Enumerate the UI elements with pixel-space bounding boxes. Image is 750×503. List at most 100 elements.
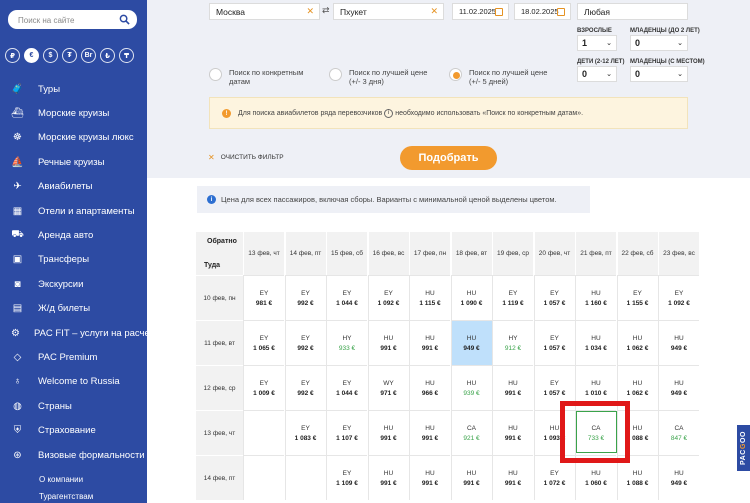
currency-try-button[interactable]: ₺ — [100, 48, 115, 63]
sidebar-item-tours[interactable]: 🧳 Туры — [0, 77, 147, 101]
price-cell[interactable]: HU 939 € — [450, 365, 492, 410]
clear-to-icon[interactable]: ✕ — [430, 6, 438, 17]
infants-seat-select[interactable]: 0 ⌄ — [630, 66, 688, 82]
price-cell[interactable]: EY 1 119 € — [492, 275, 533, 320]
price-cell[interactable]: HU 991 € — [450, 455, 492, 500]
price-cell[interactable]: HU 1 034 € — [575, 320, 616, 365]
price-cell[interactable]: EY 1 065 € — [243, 320, 284, 365]
price-cell[interactable]: EY 1 044 € — [326, 275, 367, 320]
currency-eur-button[interactable]: € — [24, 48, 39, 63]
price-cell[interactable]: HU 1 115 € — [409, 275, 450, 320]
currency-usd-button[interactable]: $ — [43, 48, 58, 63]
price-cell[interactable]: HU 949 € — [658, 365, 699, 410]
price-cell[interactable]: EY 1 044 € — [326, 365, 367, 410]
date-to-field[interactable]: 18.02.2025 — [514, 3, 571, 20]
radio-best-5[interactable]: Поиск по лучшей цене (+/- 5 дней) — [449, 68, 559, 86]
price-cell[interactable]: EY 981 € — [243, 275, 284, 320]
adults-select[interactable]: 1 ⌄ — [577, 35, 617, 51]
currency-byn-button[interactable]: Br — [81, 48, 96, 63]
price-cell[interactable]: EY 1 092 € — [367, 275, 409, 320]
price-value: 991 € — [380, 344, 397, 352]
price-cell[interactable]: HU 991 € — [492, 455, 533, 500]
price-cell[interactable]: EY 1 155 € — [616, 275, 658, 320]
price-cell[interactable]: HU 991 € — [409, 410, 450, 455]
sidebar-nav: 🧳 Туры ⛴ Морские круизы ☸ Морские круизы лю… — [0, 77, 154, 467]
brand-side-tab[interactable]: PAC G OO — [737, 425, 750, 471]
sidebar-item-lux-cruises[interactable]: ☸ Морские круизы люкс — [0, 126, 147, 150]
price-cell[interactable]: CA 847 € — [658, 410, 699, 455]
search-input[interactable] — [8, 11, 108, 30]
radio-best-3[interactable]: Поиск по лучшей цене (+/- 3 дня) — [329, 68, 439, 86]
price-cell[interactable]: EY 992 € — [284, 365, 326, 410]
sidebar-item-visa[interactable]: ⊛ Визовые формальности — [0, 443, 147, 467]
radio-circle[interactable] — [209, 68, 222, 81]
clear-from-icon[interactable]: ✕ — [306, 6, 314, 17]
price-cell[interactable]: HU 949 € — [658, 320, 699, 365]
info-icon[interactable]: i — [384, 108, 394, 118]
sidebar-item-car-rental[interactable]: ⛟ Аренда авто — [0, 223, 147, 247]
clear-filter-button[interactable]: ✕ Очистить фильтр — [208, 153, 284, 162]
globe-icon: ◍ — [13, 400, 22, 412]
price-cell[interactable]: HU 991 € — [367, 320, 409, 365]
currency-rub-button[interactable]: ₽ — [5, 48, 20, 63]
sidebar-item-countries[interactable]: ◍ Страны — [0, 394, 147, 418]
price-cell[interactable]: EY 992 € — [284, 275, 326, 320]
price-cell[interactable]: HU 1 160 € — [575, 275, 616, 320]
sidebar-item-excursions[interactable]: ◙ Экскурсии — [0, 272, 147, 296]
currency-kzt-button[interactable]: ₸ — [119, 48, 134, 63]
price-cell[interactable]: HU 991 € — [409, 455, 450, 500]
price-cell[interactable]: EY 1 092 € — [658, 275, 699, 320]
calendar-icon[interactable] — [495, 8, 503, 16]
price-cell[interactable]: HU 991 € — [367, 410, 409, 455]
sidebar-item-welcome-russia[interactable]: ♁ Welcome to Russia — [0, 370, 147, 394]
sidebar-item-transfers[interactable]: ▣ Трансферы — [0, 248, 147, 272]
sidebar-item-pac-premium[interactable]: ◇ PAC Premium — [0, 345, 147, 369]
row-header: 11 фев, вт — [196, 320, 243, 365]
price-cell[interactable]: CA 921 € — [450, 410, 492, 455]
price-cell[interactable]: HU 991 € — [492, 410, 533, 455]
price-cell[interactable]: EY 1 057 € — [533, 320, 575, 365]
sidebar-link-agencies[interactable]: Турагентствам — [39, 492, 93, 503]
infants-select[interactable]: 0 ⌄ — [630, 35, 688, 51]
price-cell[interactable]: HU 949 € — [658, 455, 699, 500]
price-cell[interactable]: HU 1 062 € — [616, 320, 658, 365]
price-cell[interactable]: EY 992 € — [284, 320, 326, 365]
sidebar-item-sea-cruises[interactable]: ⛴ Морские круизы — [0, 101, 147, 125]
search-icon[interactable] — [119, 14, 130, 25]
sidebar-item-flights[interactable]: ✈ Авиабилеты — [0, 175, 147, 199]
radio-circle-checked[interactable] — [449, 68, 462, 81]
price-cell[interactable]: HU 949 € — [450, 320, 492, 365]
price-cell[interactable]: HU 991 € — [492, 365, 533, 410]
sidebar-item-pac-fit[interactable]: ⚙ PAC FIT – услуги на расчет — [0, 321, 154, 345]
radio-exact-dates[interactable]: Поиск по конкретным датам — [209, 68, 309, 86]
sidebar-item-river-cruises[interactable]: ⛵ Речные круизы — [0, 150, 147, 174]
price-cell[interactable]: WY 971 € — [367, 365, 409, 410]
calendar-icon[interactable] — [557, 8, 565, 16]
from-field[interactable]: Москва ✕ — [209, 3, 320, 20]
sidebar-item-hotels[interactable]: ▦ Отели и апартаменты — [0, 199, 147, 223]
price-cell[interactable]: HU 991 € — [367, 455, 409, 500]
price-cell[interactable]: EY 1 109 € — [326, 455, 367, 500]
sidebar-item-insurance[interactable]: ⛨ Страхование — [0, 418, 147, 442]
airline-code: HU — [674, 379, 684, 387]
price-cell[interactable]: EY 1 083 € — [284, 410, 326, 455]
submit-search-button[interactable]: Подобрать — [400, 146, 497, 170]
price-cell[interactable]: EY 1 057 € — [533, 275, 575, 320]
price-cell[interactable]: EY 1 107 € — [326, 410, 367, 455]
radio-circle[interactable] — [329, 68, 342, 81]
sidebar-link-about[interactable]: О компании — [39, 475, 93, 492]
price-cell[interactable]: EY 1 009 € — [243, 365, 284, 410]
currency-mnt-button[interactable]: ₮ — [62, 48, 77, 63]
class-field[interactable]: Любая — [577, 3, 688, 20]
price-cell[interactable]: HY 933 € — [326, 320, 367, 365]
price-cell[interactable]: HU 1 090 € — [450, 275, 492, 320]
site-search[interactable] — [8, 10, 137, 30]
sidebar-item-rail[interactable]: ▤ Ж/д билеты — [0, 297, 147, 321]
date-from-field[interactable]: 11.02.2025 — [452, 3, 509, 20]
children-select[interactable]: 0 ⌄ — [577, 66, 617, 82]
swap-icon[interactable]: ⇄ — [322, 5, 330, 16]
price-cell[interactable]: HY 912 € — [492, 320, 533, 365]
price-cell[interactable]: HU 966 € — [409, 365, 450, 410]
to-field[interactable]: Пхукет ✕ — [333, 3, 444, 20]
price-cell[interactable]: HU 991 € — [409, 320, 450, 365]
